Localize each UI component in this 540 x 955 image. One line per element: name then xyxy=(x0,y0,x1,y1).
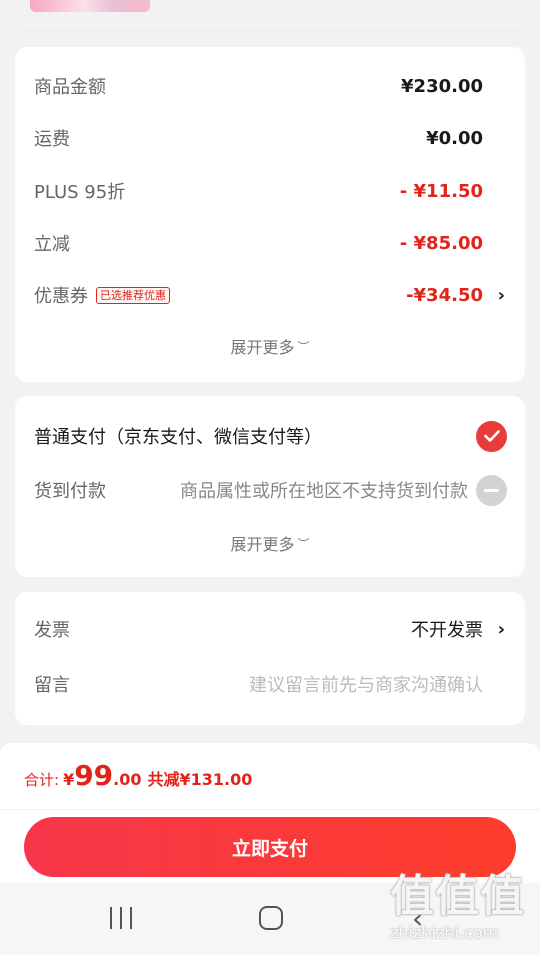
chevron-down-icon: ︶ xyxy=(297,340,310,354)
chevron-right-icon[interactable]: › xyxy=(498,285,505,306)
invoice-row[interactable]: 发票 不开发票 › xyxy=(15,609,525,649)
product-thumbnail-strip xyxy=(0,0,540,32)
row-shipping: 运费 ¥0.00 xyxy=(15,118,525,158)
divider xyxy=(0,809,540,810)
watermark-logo: 值值值 zhizhizhi.com xyxy=(390,872,540,952)
shipping-value: ¥0.00 xyxy=(426,127,483,149)
chevron-right-icon[interactable]: › xyxy=(498,619,505,640)
message-input[interactable]: 建议留言前先与商家沟通确认 xyxy=(249,671,483,697)
instant-reduction-value: - ¥85.00 xyxy=(399,232,483,254)
expand-more-label: 展开更多 xyxy=(230,535,295,554)
product-thumbnail xyxy=(30,0,150,12)
plus-discount-value: - ¥11.50 xyxy=(399,180,483,202)
watermark-url: zhizhizhi.com xyxy=(390,923,499,942)
recent-apps-icon[interactable] xyxy=(110,907,132,929)
total-amount-int: 99 xyxy=(74,759,114,792)
expand-more-price[interactable]: 展开更多 ︶ xyxy=(15,334,525,358)
total-saved: 共减¥131.00 xyxy=(147,770,253,789)
total-label: 合计: xyxy=(24,771,60,789)
invoice-label: 发票 xyxy=(34,620,70,641)
normal-payment-label: 普通支付（京东支付、微信支付等） xyxy=(34,427,322,448)
minus-circle-icon xyxy=(476,474,507,506)
goods-amount-label: 商品金额 xyxy=(34,77,106,98)
row-plus-discount: PLUS 95折 - ¥11.50 xyxy=(15,171,525,211)
row-coupon[interactable]: 优惠券 已选推荐优惠 -¥34.50 › xyxy=(15,275,525,315)
checkout-bar: 合计: ¥ 99 .00 共减¥131.00 立即支付 xyxy=(0,743,540,883)
chevron-down-icon: ︶ xyxy=(297,537,310,551)
cod-note: 商品属性或所在地区不支持货到付款 xyxy=(180,481,468,502)
payment-method-card: 普通支付（京东支付、微信支付等） 货到付款 商品属性或所在地区不支持货到付款 展… xyxy=(15,396,525,577)
expand-more-payment[interactable]: 展开更多 ︶ xyxy=(15,531,525,555)
cod-label: 货到付款 xyxy=(34,481,106,502)
recommended-coupon-badge: 已选推荐优惠 xyxy=(96,286,170,304)
divider xyxy=(22,30,518,31)
coupon-label: 优惠券 xyxy=(34,286,88,307)
coupon-label-wrap: 优惠券 已选推荐优惠 xyxy=(34,282,170,308)
price-breakdown-card: 商品金额 ¥230.00 运费 ¥0.00 PLUS 95折 - ¥11.50 … xyxy=(15,47,525,382)
total-amount-dec: .00 xyxy=(113,770,142,789)
check-circle-icon[interactable] xyxy=(476,420,507,452)
message-label: 留言 xyxy=(34,675,70,696)
shipping-label: 运费 xyxy=(34,129,70,150)
payment-option-cod: 货到付款 商品属性或所在地区不支持货到付款 xyxy=(15,470,525,510)
goods-amount-value: ¥230.00 xyxy=(401,75,483,97)
plus-discount-label: PLUS 95折 xyxy=(34,182,126,203)
total-currency: ¥ xyxy=(63,770,75,789)
message-row[interactable]: 留言 建议留言前先与商家沟通确认 xyxy=(15,664,525,704)
payment-option-normal[interactable]: 普通支付（京东支付、微信支付等） xyxy=(15,416,525,456)
home-icon[interactable] xyxy=(259,906,283,930)
invoice-message-card: 发票 不开发票 › 留言 建议留言前先与商家沟通确认 xyxy=(15,592,525,725)
row-instant-reduction: 立减 - ¥85.00 xyxy=(15,223,525,263)
order-total: 合计: ¥ 99 .00 共减¥131.00 xyxy=(24,759,252,792)
pay-now-button[interactable]: 立即支付 xyxy=(24,817,516,877)
instant-reduction-label: 立减 xyxy=(34,234,70,255)
coupon-value: -¥34.50 xyxy=(406,284,483,306)
invoice-value: 不开发票 xyxy=(411,620,483,641)
expand-more-label: 展开更多 xyxy=(230,338,295,357)
watermark-text: 值值值 xyxy=(390,871,525,922)
row-goods-amount: 商品金额 ¥230.00 xyxy=(15,66,525,106)
